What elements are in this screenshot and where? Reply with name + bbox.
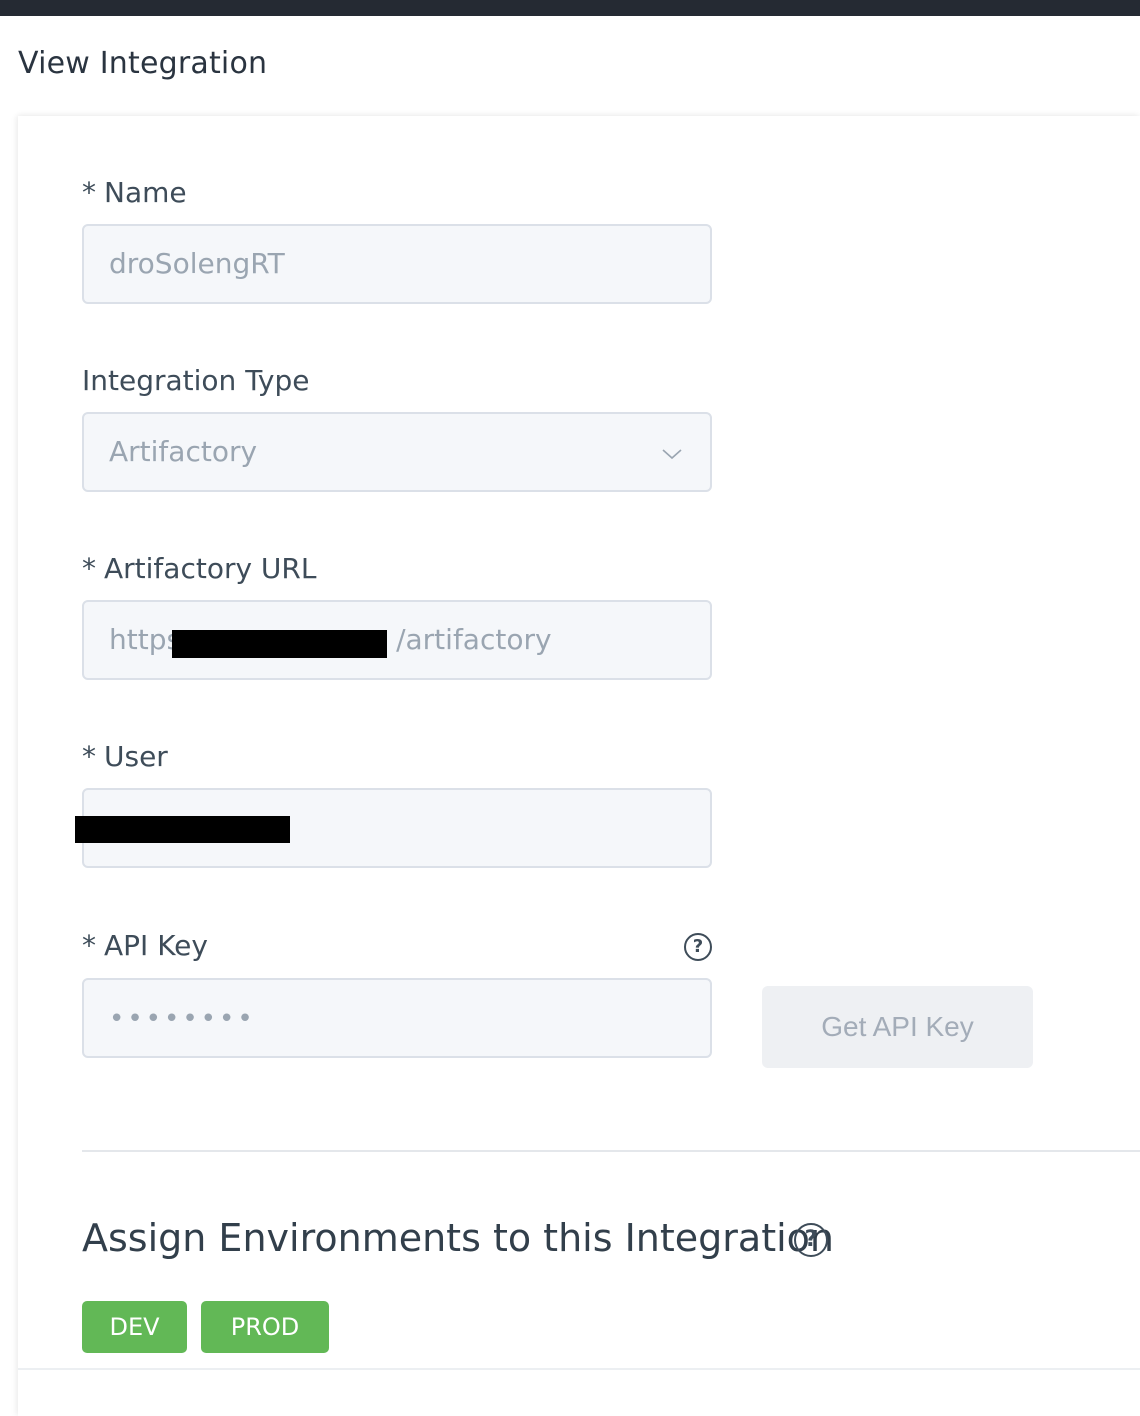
- artifactory-url-label-text: Artifactory URL: [104, 552, 317, 585]
- artifactory-url-suffix: /artifactory: [396, 623, 552, 656]
- required-mark: *: [82, 552, 96, 585]
- name-input[interactable]: droSolengRT: [82, 224, 712, 304]
- required-mark: *: [82, 176, 96, 209]
- chevron-down-icon: [662, 449, 682, 460]
- name-input-value: droSolengRT: [109, 247, 285, 280]
- section-divider: [82, 1150, 1140, 1152]
- card-bottom-border: [18, 1368, 1140, 1370]
- api-key-input[interactable]: ••••••••: [82, 978, 712, 1058]
- integration-type-value: Artifactory: [109, 435, 258, 468]
- name-label: * Name: [82, 176, 187, 209]
- integration-type-select[interactable]: Artifactory: [82, 412, 712, 492]
- artifactory-url-label: * Artifactory URL: [82, 552, 316, 585]
- env-tag-dev[interactable]: DEV: [82, 1301, 187, 1353]
- environments-section-title: Assign Environments to this Integration: [82, 1216, 834, 1260]
- redaction-bar: [75, 816, 290, 843]
- required-mark: *: [82, 740, 96, 773]
- integration-type-label: Integration Type: [82, 364, 310, 397]
- api-key-label-text: API Key: [104, 929, 208, 962]
- api-key-label: * API Key: [82, 929, 208, 962]
- artifactory-url-prefix: https: [109, 623, 182, 656]
- api-key-masked-value: ••••••••: [109, 1004, 256, 1034]
- user-label: * User: [82, 740, 168, 773]
- top-navigation-bar: [0, 0, 1140, 16]
- environments-help-icon[interactable]: ?: [794, 1223, 828, 1257]
- env-tag-prod[interactable]: PROD: [201, 1301, 329, 1353]
- required-mark: *: [82, 929, 96, 962]
- page-title: View Integration: [18, 46, 268, 81]
- redaction-bar: [172, 630, 387, 658]
- get-api-key-button[interactable]: Get API Key: [762, 986, 1033, 1068]
- name-label-text: Name: [104, 176, 187, 209]
- user-label-text: User: [104, 740, 168, 773]
- api-key-help-icon[interactable]: ?: [684, 933, 712, 961]
